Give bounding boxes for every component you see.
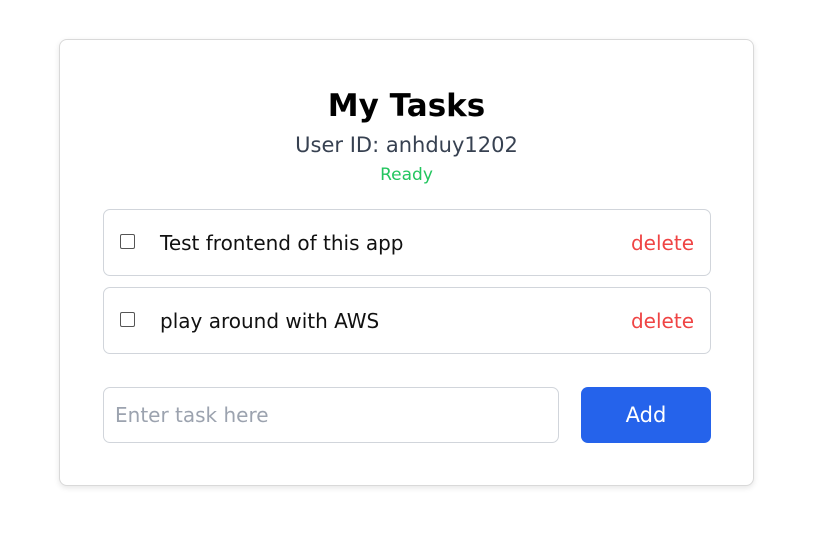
- task-item: play around with AWS delete: [103, 287, 711, 354]
- task-text: play around with AWS: [160, 309, 380, 333]
- task-checkbox[interactable]: [120, 312, 135, 327]
- task-text: Test frontend of this app: [160, 231, 404, 255]
- task-item: Test frontend of this app delete: [103, 209, 711, 276]
- add-task-button[interactable]: Add: [581, 387, 711, 443]
- task-checkbox[interactable]: [120, 234, 135, 249]
- page-title: My Tasks: [327, 88, 486, 124]
- tasks-card: My Tasks User ID: anhduy1202 Ready Test …: [59, 39, 754, 486]
- status-text: Ready: [380, 165, 433, 185]
- task-input[interactable]: [103, 387, 559, 443]
- user-id-text: User ID: anhduy1202: [295, 133, 518, 157]
- delete-task-button[interactable]: delete: [631, 308, 694, 334]
- task-list: Test frontend of this app delete play ar…: [103, 209, 711, 365]
- delete-task-button[interactable]: delete: [631, 230, 694, 256]
